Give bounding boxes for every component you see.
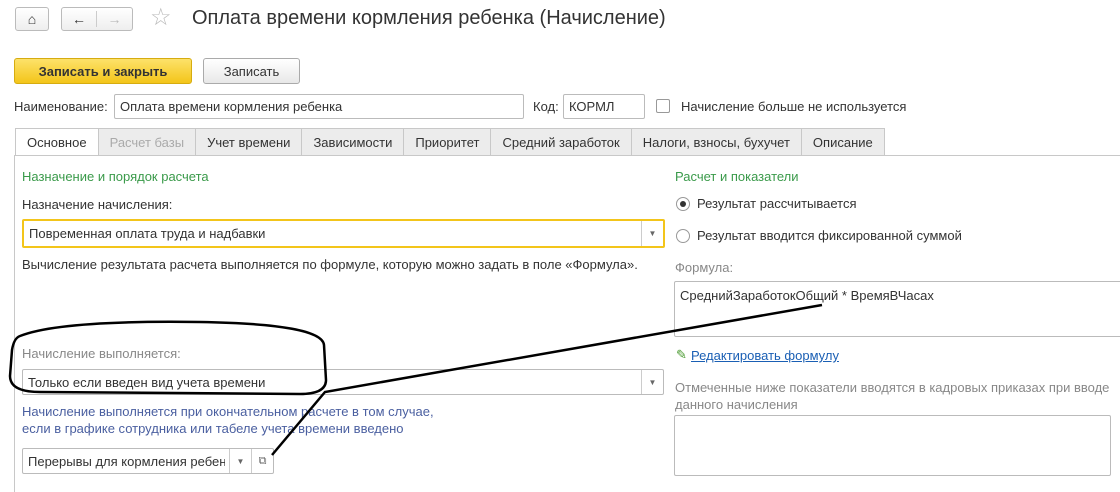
annotation-ellipse [8,320,328,396]
annotation-overlay [8,303,823,456]
annotation-arrow-line [271,303,823,456]
